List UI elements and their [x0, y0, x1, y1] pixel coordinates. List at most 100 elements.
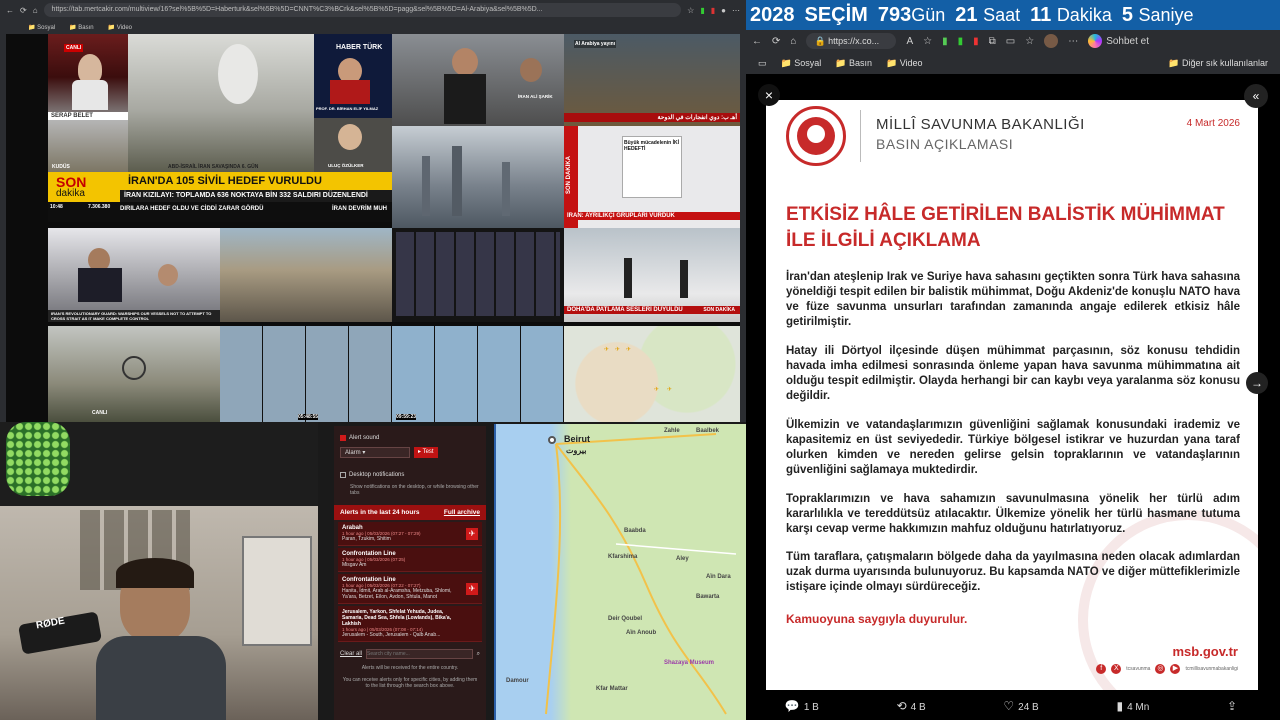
home-icon[interactable]: ⌂	[790, 36, 796, 47]
extension-icon[interactable]: ▮	[973, 36, 979, 47]
extension-icon[interactable]: ▮	[700, 6, 704, 15]
puzzle-icon[interactable]: ⧉	[989, 36, 996, 47]
cam-time: 05:48:55	[298, 414, 319, 420]
tile-flight-map[interactable]: ✈✈✈ ✈✈	[564, 326, 740, 422]
alert-sound-select[interactable]: Alarm ▾	[340, 447, 410, 458]
search-icon[interactable]: ⌕	[477, 651, 480, 658]
share-button[interactable]: ⇪	[1227, 699, 1241, 713]
home-icon[interactable]: ⌂	[33, 6, 38, 15]
doc-date: 4 Mart 2026	[1186, 118, 1240, 129]
favorites-icon[interactable]: ☆	[1025, 36, 1034, 47]
read-aloud-icon[interactable]: A	[906, 36, 913, 47]
tile-coastal-city[interactable]	[220, 228, 392, 322]
alert-item[interactable]: Arabah 1 hour ago | 05/03/2026 (07:27 - …	[338, 522, 482, 546]
reply-icon: 💬	[784, 699, 800, 713]
bookmark-folder-basin[interactable]: 📁 Basın	[69, 24, 93, 31]
views-button[interactable]: ▮ 4 Mn	[1116, 699, 1149, 713]
tile-street-reporter[interactable]: İRAN ALİ ŞARİK	[392, 34, 564, 126]
menu-icon[interactable]: ⋯	[732, 6, 740, 15]
tile-video-wall[interactable]	[392, 228, 564, 322]
tile-skyline[interactable]	[392, 126, 564, 228]
tweet-actions-bar: 💬 1 B ⟲ 4 B ♡ 24 B ▮ 4 Mn ⇪	[746, 692, 1280, 720]
right-url-bar[interactable]: 🔒 https://x.co...	[806, 33, 897, 49]
tile-haberturk-studio[interactable]: HABER TÜRK PROF. DR. BİRHAN ELİF YILMAZ …	[314, 34, 392, 172]
newspaper-headline: Büyük mücadelenin İKİ HEDEFTİ	[624, 140, 680, 152]
cnn-ticker: İRAN: AYRILIKÇI GRUPLARI VURDUK	[564, 212, 740, 220]
repost-button[interactable]: ⟲ 4 B	[897, 699, 926, 713]
alert-item[interactable]: Confrontation Line 1 hour ago | 05/03/20…	[338, 574, 482, 604]
star-icon[interactable]: ☆	[687, 6, 694, 15]
reading-list-icon[interactable]: ▭	[758, 58, 767, 69]
reload-icon[interactable]: ⟳	[772, 36, 780, 47]
test-button[interactable]: ▸ Test	[414, 447, 438, 458]
tile-smoke-city[interactable]: ABD-İSRAİL İRAN SAVAŞINDA 6. GÜN	[128, 34, 314, 172]
tile-city-view[interactable]: KUDÜS	[48, 120, 128, 172]
menu-icon[interactable]: ⋯	[1068, 36, 1078, 47]
bookmark-folder-sosyal[interactable]: 📁 Sosyal	[781, 58, 822, 69]
map-label-beirut: Beirut	[564, 434, 591, 444]
tile-news-anchor[interactable]: CANLI SERAP BELET	[48, 34, 128, 120]
extension-icon[interactable]: ▮	[942, 36, 948, 47]
alert-sound-checkbox[interactable]	[340, 435, 346, 441]
lebanon-map[interactable]: Beirut بيروت Zahle Baalbek Baabda Kfarsh…	[494, 424, 746, 720]
copilot-icon	[1088, 34, 1103, 48]
paragraph-3: Ülkemizin ve vatandaşlarımızın güvenliği…	[786, 419, 1240, 476]
tile-city-live[interactable]: CANLI	[48, 326, 220, 422]
split-screen-icon[interactable]: ▭	[1006, 36, 1015, 47]
select-value: Alarm	[345, 450, 361, 456]
left-url-bar[interactable]: https://tab.mertcakir.com/multiview/16?s…	[43, 3, 682, 17]
seconds-value: 5	[1121, 3, 1133, 26]
desktop-notifications-checkbox[interactable]	[340, 472, 346, 478]
tile-camera-grid-2[interactable]: 09:59:23	[392, 326, 564, 422]
bookmark-folder-basin[interactable]: 📁 Basın	[835, 58, 872, 69]
alert-item[interactable]: Confrontation Line 1 hour ago | 05/03/20…	[338, 548, 482, 572]
dakika-label: dakika	[56, 188, 85, 199]
collapse-icon[interactable]: «	[1244, 84, 1268, 108]
bookmark-folder-video[interactable]: 📁 Video	[108, 24, 132, 31]
alert-sound-label: Alert sound	[349, 435, 380, 441]
desktop-notifications-desc: Show notifications on the desktop, or wh…	[350, 484, 479, 496]
next-arrow-icon[interactable]: →	[1246, 372, 1268, 394]
profile-avatar[interactable]	[1044, 34, 1059, 48]
x-icon: X	[1111, 664, 1122, 674]
reply-button[interactable]: 💬 1 B	[785, 699, 819, 713]
tile-al-arabiya[interactable]: Al Arabiya yayını أهـ ب: دوي انفجارات في…	[564, 34, 740, 126]
press-release-image: MİLLÎ SAVUNMA BAKANLIĞI BASIN AÇIKLAMASI…	[766, 100, 1258, 690]
other-bookmarks-folder[interactable]: 📁 Diğer sık kullanılanlar	[1168, 58, 1268, 69]
son-dakika-headline: İRAN'DA 105 SİVİL HEDEF VURULDU	[128, 175, 322, 187]
seconds-unit: Saniye	[1138, 4, 1194, 25]
doc-subtitle: BASIN AÇIKLAMASI	[876, 136, 1014, 152]
city-search-input[interactable]	[366, 649, 473, 659]
star-icon[interactable]: ☆	[923, 36, 932, 47]
map-label-damour: Damour	[506, 678, 529, 684]
close-icon[interactable]: ×	[758, 84, 780, 106]
map-label-deir-qoubel: Deir Qoubel	[608, 616, 643, 622]
tile-doha-studio[interactable]: DOHA'DA PATLAMA SESLERİ DUYULDU SON DAKİ…	[564, 228, 740, 322]
alert-item[interactable]: Jerusalem, Yarkon, Shfelat Yehuda, Judea…	[338, 606, 482, 642]
extension-icon[interactable]: ▮	[958, 36, 964, 47]
tile-cnn-turk-studio[interactable]: SON DAKİKA Büyük mücadelenin İKİ HEDEFTİ…	[564, 126, 740, 228]
bookmark-folder-sosyal[interactable]: 📁 Sosyal	[28, 24, 55, 31]
profile-icon[interactable]: ●	[721, 6, 726, 15]
like-button[interactable]: ♡ 24 B	[1003, 699, 1038, 713]
copilot-button[interactable]: Sohbet et	[1088, 34, 1149, 48]
countdown-word: SEÇİM	[804, 3, 868, 26]
back-icon[interactable]: ←	[6, 6, 14, 15]
index-value: 7.306.380	[88, 204, 111, 210]
guest-name-2: ULUÇ ÖZÜLKER	[328, 163, 364, 168]
roads-layer	[545, 433, 737, 715]
full-archive-link[interactable]: Full archive	[444, 509, 480, 516]
reload-icon[interactable]: ⟳	[20, 6, 27, 15]
tile-camera-grid[interactable]: 05:48:55	[220, 326, 392, 422]
tile-press-conference[interactable]: IRAN'S REVOLUTIONARY GUARD: WARSHIPS OUR…	[48, 228, 220, 322]
map-label-ain-dara: Aïn Dara	[706, 574, 731, 580]
reply-count: 1 B	[803, 702, 819, 713]
clear-all-button[interactable]: Clear all	[340, 651, 362, 657]
bookmark-folder-video[interactable]: 📁 Video	[886, 58, 923, 69]
back-icon[interactable]: ←	[752, 36, 762, 47]
alert-locations: Jerusalem - South, Jerusalem - Qalb Anab…	[342, 632, 441, 638]
left-bookmarks-bar: 📁 Sosyal 📁 Basın 📁 Video	[0, 20, 746, 34]
rocket-icon: ✈	[466, 527, 478, 540]
extension-icon[interactable]: ▮	[711, 6, 715, 15]
watermark-seal	[1078, 510, 1258, 690]
